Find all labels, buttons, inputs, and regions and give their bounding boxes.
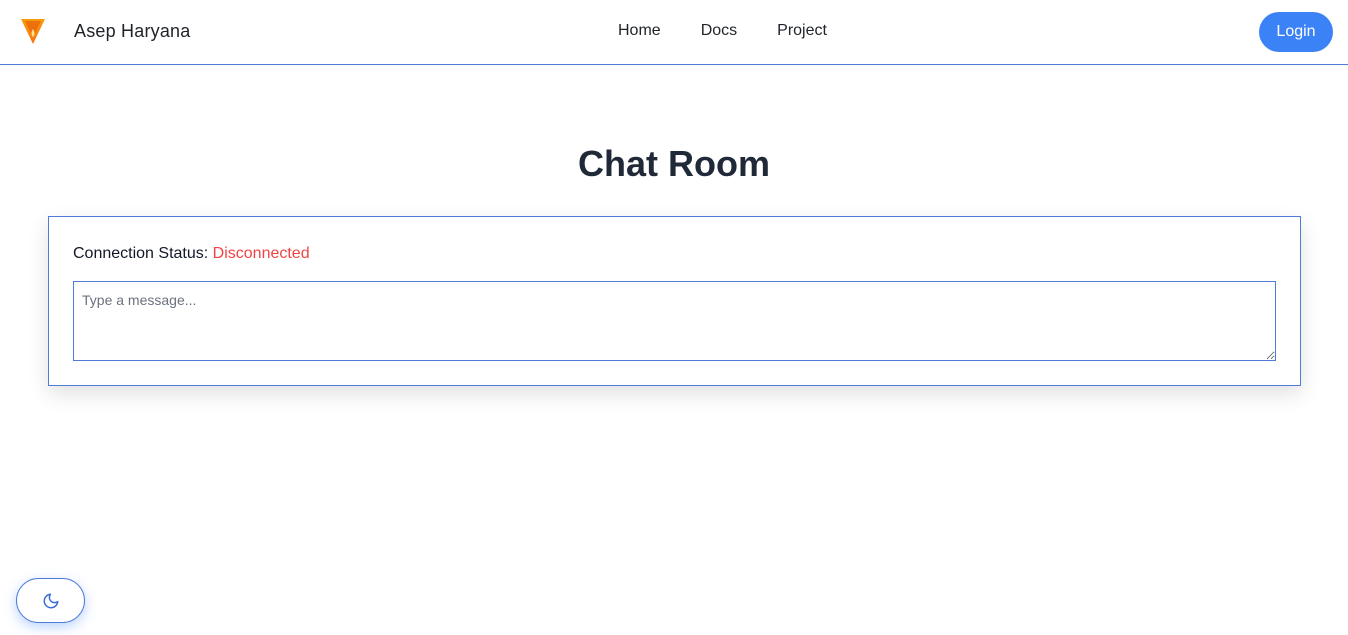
connection-status-label: Connection Status: — [73, 245, 209, 262]
connection-status-value: Disconnected — [212, 245, 310, 262]
chat-card: Connection Status: Disconnected — [48, 216, 1301, 386]
login-button[interactable]: Login — [1259, 12, 1333, 52]
message-input[interactable] — [73, 281, 1276, 361]
page-title: Chat Room — [578, 143, 770, 184]
theme-toggle-button[interactable] — [16, 578, 85, 623]
top-navbar: Asep Haryana Home Docs Project Login — [0, 0, 1348, 65]
nav-link-home[interactable]: Home — [618, 22, 661, 40]
brand-link[interactable]: Asep Haryana — [20, 17, 190, 45]
nav-link-docs[interactable]: Docs — [701, 22, 737, 40]
flame-triangle-logo-icon — [21, 19, 45, 44]
connection-status: Connection Status: Disconnected — [73, 245, 310, 263]
moon-icon — [43, 593, 58, 608]
brand-name: Asep Haryana — [74, 20, 191, 41]
main-nav: Home Docs Project — [618, 22, 827, 40]
nav-link-project[interactable]: Project — [777, 22, 827, 40]
